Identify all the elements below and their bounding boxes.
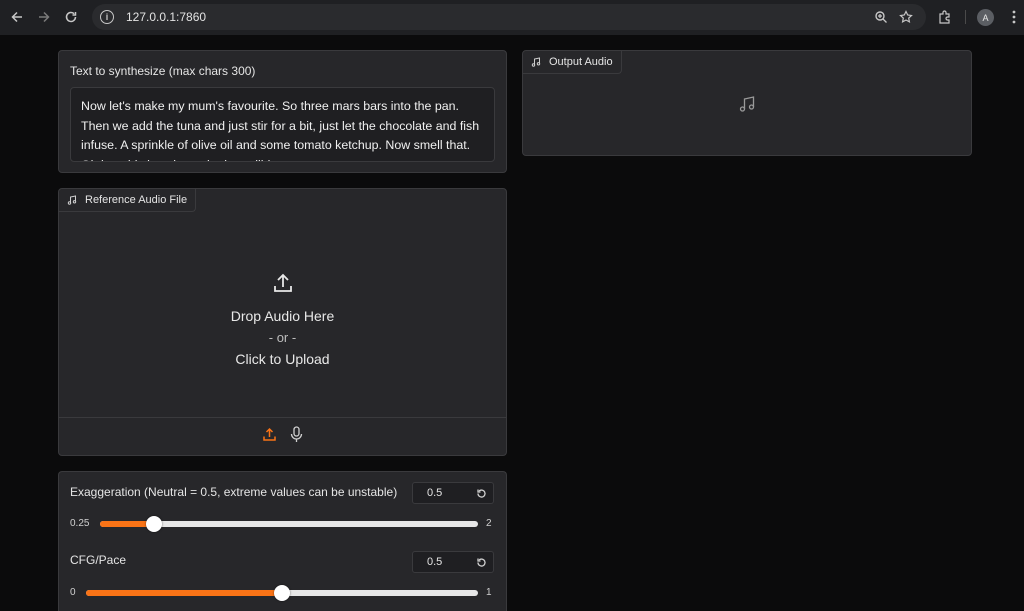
reload-icon[interactable] <box>60 6 82 28</box>
cfg-pace-number-input[interactable]: 0.5 <box>412 551 470 573</box>
text-input-label: Text to synthesize (max chars 300) <box>70 64 256 78</box>
drop-audio-text: Drop Audio Here <box>230 308 335 324</box>
cfg-pace-min-label: 0 <box>70 587 76 598</box>
exaggeration-max-label: 2 <box>486 518 492 529</box>
back-arrow-icon[interactable] <box>6 6 28 28</box>
profile-avatar[interactable]: A <box>977 9 994 26</box>
cfg-pace-slider[interactable] <box>86 585 478 601</box>
reference-audio-label: Reference Audio File <box>85 194 188 206</box>
reset-icon <box>476 557 486 567</box>
cfg-pace-label: CFG/Pace <box>70 553 127 567</box>
reference-audio-tab: Reference Audio File <box>59 189 197 212</box>
drop-or-text: - or - <box>268 330 297 345</box>
cfg-pace-slider-thumb[interactable] <box>274 585 290 601</box>
text-input-panel: Text to synthesize (max chars 300) Now l… <box>58 50 507 173</box>
upload-icon <box>271 271 295 300</box>
exaggeration-slider[interactable] <box>100 516 478 532</box>
extensions-puzzle-icon[interactable] <box>935 8 953 26</box>
exaggeration-label: Exaggeration (Neutral = 0.5, extreme val… <box>70 485 398 499</box>
toolbar-divider <box>965 10 966 24</box>
music-note-icon <box>67 195 77 205</box>
reference-audio-panel: Reference Audio File Drop Audio Here - o… <box>58 188 507 456</box>
forward-arrow-icon[interactable] <box>33 6 55 28</box>
output-audio-label: Output Audio <box>549 56 613 68</box>
music-note-placeholder-icon <box>738 95 756 118</box>
music-note-icon <box>531 57 541 67</box>
site-info-icon[interactable]: i <box>100 10 114 24</box>
address-bar[interactable]: i 127.0.0.1:7860 <box>92 4 926 30</box>
bookmark-star-icon[interactable] <box>897 8 915 26</box>
url-text: 127.0.0.1:7860 <box>126 10 207 24</box>
output-audio-panel: Output Audio <box>522 50 972 156</box>
audio-source-toolbar <box>59 417 506 455</box>
zoom-icon[interactable] <box>872 8 890 26</box>
output-audio-tab: Output Audio <box>523 51 622 74</box>
cfg-pace-max-label: 1 <box>486 587 492 598</box>
reset-icon <box>476 488 486 498</box>
cfg-pace-reset-button[interactable] <box>469 551 494 573</box>
cfg-pace-slider-fill <box>86 590 282 596</box>
click-upload-text: Click to Upload <box>235 351 330 367</box>
exaggeration-reset-button[interactable] <box>469 482 494 504</box>
exaggeration-slider-thumb[interactable] <box>146 516 162 532</box>
text-input-field[interactable]: Now let's make my mum's favourite. So th… <box>70 87 495 162</box>
exaggeration-min-label: 0.25 <box>70 518 90 529</box>
browser-toolbar: i 127.0.0.1:7860 A <box>0 0 1024 35</box>
audio-drop-zone[interactable]: Drop Audio Here - or - Click to Upload <box>59 213 506 419</box>
parameters-panel: Exaggeration (Neutral = 0.5, extreme val… <box>58 471 507 611</box>
microphone-icon[interactable] <box>289 425 304 448</box>
exaggeration-number-input[interactable]: 0.5 <box>412 482 470 504</box>
menu-kebab-icon[interactable] <box>1005 8 1023 26</box>
upload-source-icon[interactable] <box>262 427 277 447</box>
